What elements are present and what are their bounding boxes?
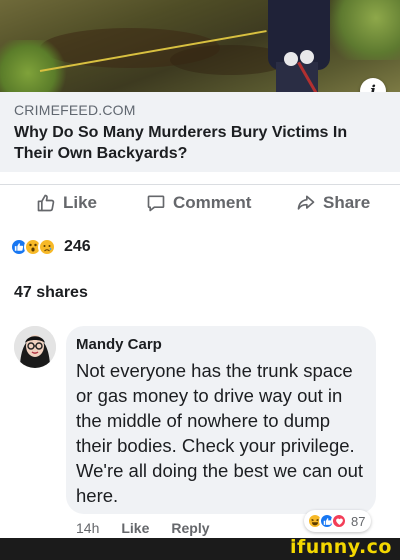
leaves	[320, 0, 400, 60]
comment-reactions[interactable]: 87	[304, 510, 372, 532]
comment-reply-button[interactable]: Reply	[171, 520, 209, 536]
glove	[284, 52, 298, 66]
thumbs-up-icon	[37, 194, 55, 212]
post-action-bar: Like Comment Share	[0, 184, 400, 224]
link-title[interactable]: Why Do So Many Murderers Bury Victims In…	[14, 122, 386, 164]
glove	[300, 50, 314, 64]
like-label: Like	[63, 193, 98, 212]
reaction-count: 246	[64, 238, 91, 255]
person-figure	[268, 0, 330, 70]
commenter-name[interactable]: Mandy Carp	[76, 336, 366, 353]
share-arrow-icon	[297, 195, 315, 210]
comment-button[interactable]: Comment	[146, 193, 251, 213]
comment-reaction-count: 87	[351, 513, 366, 529]
share-label: Share	[323, 193, 371, 212]
comment-label: Comment	[173, 193, 252, 212]
comment-like-button[interactable]: Like	[121, 520, 149, 536]
link-domain: CRIMEFEED.COM	[14, 102, 136, 118]
comment-meta: 14h Like Reply	[76, 520, 210, 536]
avatar[interactable]	[14, 326, 56, 368]
sad-reaction-icon	[38, 238, 56, 256]
comment-bubble: Mandy Carp Not everyone has the trunk sp…	[66, 326, 376, 514]
heart-reaction-icon	[331, 513, 347, 529]
link-preview-info[interactable]: CRIMEFEED.COM Why Do So Many Murderers B…	[0, 92, 400, 172]
share-button[interactable]: Share	[296, 193, 370, 213]
comment-text: Not everyone has the trunk space or gas …	[76, 360, 364, 506]
comment-timestamp[interactable]: 14h	[76, 520, 99, 536]
speech-bubble-icon	[147, 195, 165, 212]
like-button[interactable]: Like	[36, 193, 97, 213]
post-reactions[interactable]: 246	[10, 238, 91, 256]
ifunny-watermark: ifunny.co	[289, 536, 392, 558]
share-count[interactable]: 47 shares	[14, 284, 88, 302]
link-preview-image[interactable]	[0, 0, 400, 92]
